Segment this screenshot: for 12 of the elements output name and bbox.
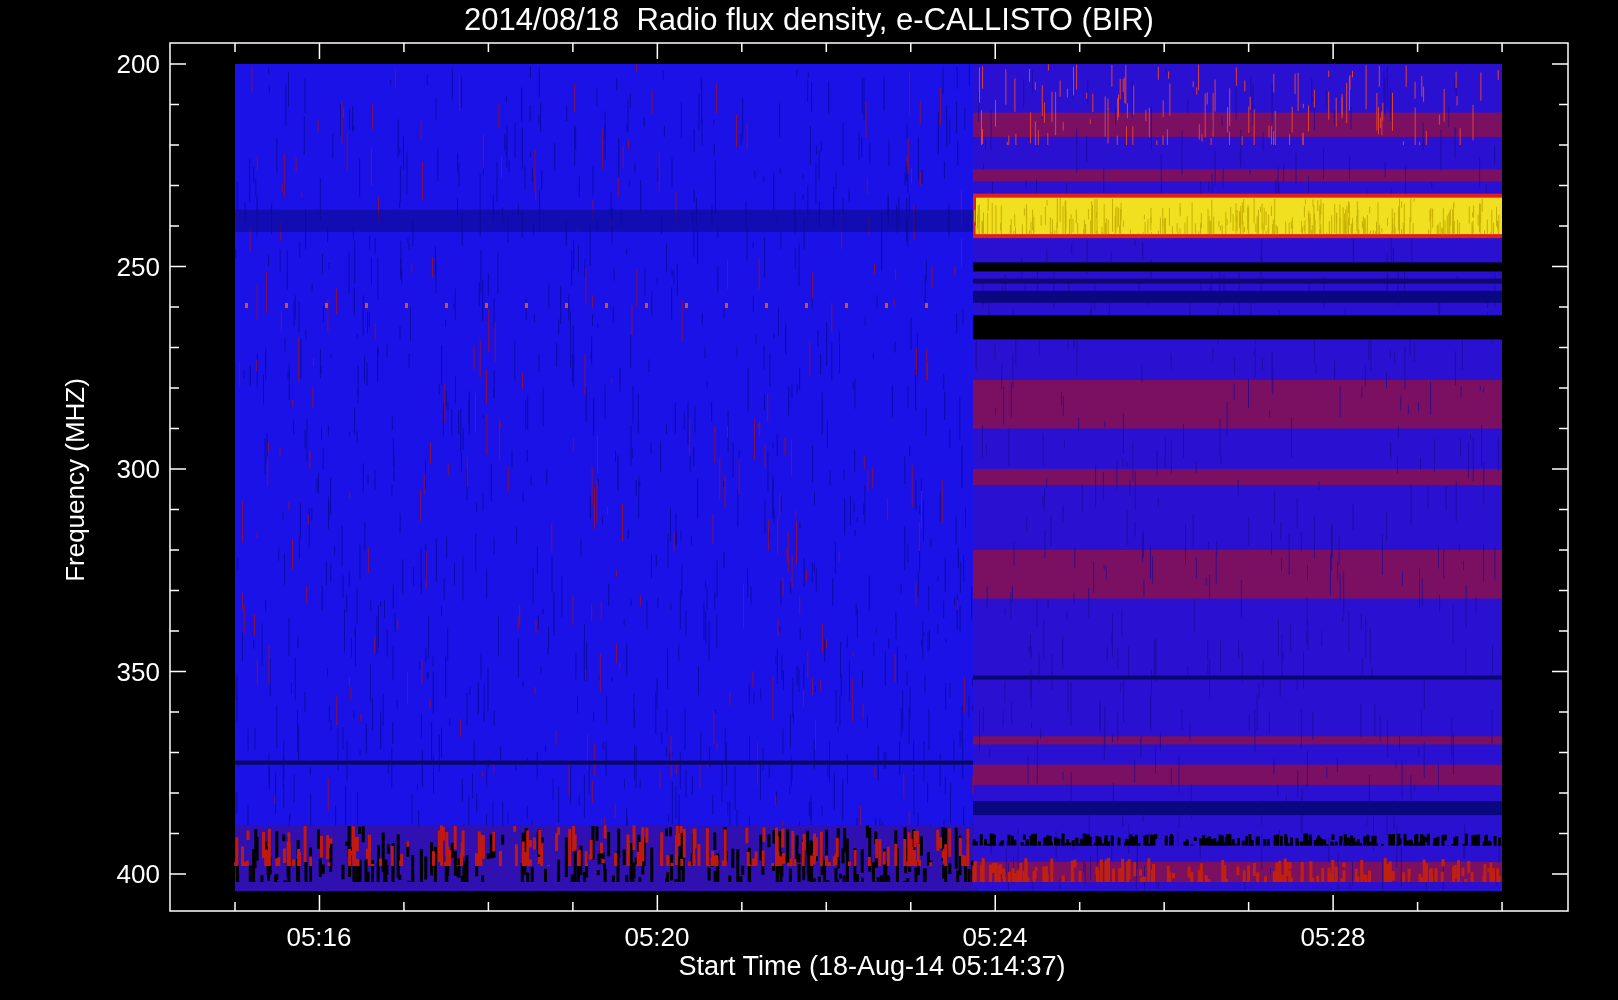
axis-tick-label: 05:16 [286,922,352,952]
chart-title: 2014/08/18 Radio flux density, e-CALLISTO (BIR) [464,2,1154,37]
axis-tick-label: 300 [116,454,160,484]
axis-tick-label: 05:28 [1300,922,1366,952]
axis-title: Start Time (18-Aug-14 05:14:37) [678,951,1066,981]
axis-title: Frequency (MHZ) [60,378,90,582]
axis-tick-label: 350 [116,656,160,687]
axis-tick-label: 05:20 [624,922,690,952]
axis-tick-label: 250 [116,251,160,282]
axis-tick-label: 05:24 [962,922,1028,952]
axis-tick-label: 200 [116,49,160,79]
axis-tick-label: 400 [116,859,160,889]
